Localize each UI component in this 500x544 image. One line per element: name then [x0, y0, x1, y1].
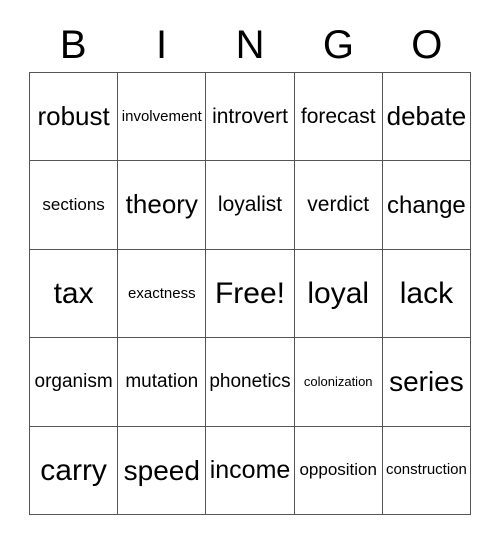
- bingo-cell-label: introvert: [212, 104, 288, 128]
- bingo-header-letter-n: N: [235, 23, 265, 67]
- bingo-cell-label: income: [209, 456, 291, 485]
- bingo-cell-label: organism: [34, 370, 113, 392]
- bingo-cell-n1[interactable]: introvert: [206, 73, 295, 162]
- bingo-header-letter-b: B: [59, 23, 87, 67]
- bingo-header-letter-i: I: [156, 23, 168, 67]
- bingo-cell-n4[interactable]: phonetics: [206, 338, 295, 427]
- bingo-cell-b2[interactable]: sections: [30, 161, 119, 250]
- bingo-header-row: B I N G O: [29, 18, 471, 72]
- bingo-cell-b3[interactable]: tax: [30, 249, 119, 339]
- bingo-card: B I N G O robust involvement introvert f…: [0, 0, 500, 544]
- bingo-cell-label: theory: [125, 189, 198, 220]
- bingo-cell-o2[interactable]: change: [382, 161, 472, 250]
- bingo-cell-g5[interactable]: opposition: [294, 426, 383, 516]
- bingo-cell-i4[interactable]: mutation: [118, 338, 207, 427]
- bingo-grid: robust involvement introvert forecast de…: [29, 72, 472, 516]
- bingo-cell-label: exactness: [128, 284, 196, 302]
- bingo-cell-label: debate: [386, 101, 467, 132]
- bingo-free-space-label: Free!: [214, 276, 286, 310]
- bingo-cell-label: sections: [42, 195, 105, 215]
- bingo-cell-label: opposition: [299, 460, 377, 480]
- bingo-cell-label: lack: [399, 276, 454, 310]
- bingo-row-3: tax exactness Free! loyal lack: [30, 249, 472, 339]
- bingo-row-5: carry speed income opposition constructi…: [30, 426, 472, 516]
- bingo-cell-label: involvement: [121, 107, 202, 125]
- bingo-cell-label: carry: [40, 453, 107, 487]
- bingo-cell-label: construction: [385, 461, 467, 479]
- bingo-row-2: sections theory loyalist verdict change: [30, 161, 472, 250]
- bingo-cell-g2[interactable]: verdict: [294, 161, 383, 250]
- bingo-cell-g1[interactable]: forecast: [294, 73, 383, 162]
- bingo-cell-b4[interactable]: organism: [30, 338, 119, 427]
- bingo-cell-label: tax: [53, 276, 94, 310]
- bingo-cell-i1[interactable]: involvement: [118, 73, 207, 162]
- bingo-cell-label: phonetics: [209, 370, 291, 392]
- bingo-cell-o3[interactable]: lack: [382, 249, 472, 339]
- bingo-cell-n5[interactable]: income: [206, 426, 295, 516]
- bingo-cell-label: loyal: [307, 276, 370, 310]
- bingo-cell-i2[interactable]: theory: [118, 161, 207, 250]
- bingo-cell-label: forecast: [300, 104, 376, 128]
- bingo-cell-i5[interactable]: speed: [118, 426, 207, 516]
- bingo-cell-label: mutation: [125, 370, 199, 392]
- bingo-cell-label: colonization: [303, 374, 373, 390]
- bingo-cell-b5[interactable]: carry: [30, 426, 119, 516]
- bingo-cell-label: verdict: [307, 193, 370, 217]
- bingo-cell-o5[interactable]: construction: [382, 426, 472, 516]
- bingo-cell-label: robust: [37, 101, 110, 132]
- bingo-cell-g3[interactable]: loyal: [294, 249, 383, 339]
- bingo-header-letter-g: G: [322, 23, 354, 67]
- bingo-cell-label: speed: [123, 454, 200, 486]
- bingo-row-1: robust involvement introvert forecast de…: [30, 73, 472, 162]
- bingo-cell-label: change: [387, 191, 466, 219]
- bingo-cell-o4[interactable]: series: [382, 338, 472, 427]
- bingo-cell-label: loyalist: [217, 193, 283, 217]
- bingo-cell-i3[interactable]: exactness: [118, 249, 207, 339]
- bingo-cell-b1[interactable]: robust: [30, 73, 119, 162]
- bingo-cell-o1[interactable]: debate: [382, 73, 472, 162]
- bingo-cell-label: series: [389, 366, 464, 398]
- bingo-row-4: organism mutation phonetics colonization…: [30, 338, 472, 427]
- bingo-cell-g4[interactable]: colonization: [294, 338, 383, 427]
- bingo-cell-n2[interactable]: loyalist: [206, 161, 295, 250]
- bingo-cell-free-space[interactable]: Free!: [206, 249, 295, 339]
- bingo-header-letter-o: O: [411, 23, 443, 67]
